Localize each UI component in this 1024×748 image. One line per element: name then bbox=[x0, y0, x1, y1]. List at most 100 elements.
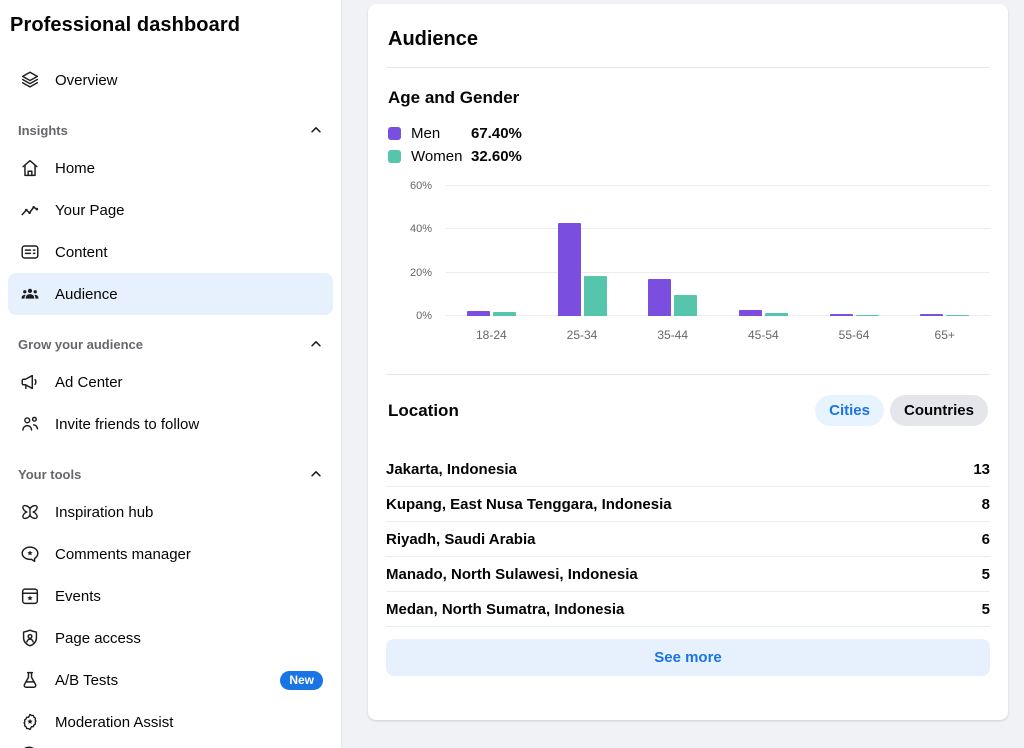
sidebar-item-ad-center[interactable]: Ad Center bbox=[8, 361, 333, 403]
sidebar: Professional dashboard Overview Insights… bbox=[0, 0, 342, 748]
shield-person-icon bbox=[18, 626, 42, 650]
bar-women-25-34[interactable] bbox=[584, 276, 607, 316]
location-count: 13 bbox=[973, 461, 990, 478]
bar-group-65+ bbox=[899, 186, 990, 316]
chevron-up-icon[interactable] bbox=[309, 123, 323, 137]
sidebar-item-comments-manager[interactable]: Comments manager bbox=[8, 533, 333, 575]
sidebar-item-label: A/B Tests bbox=[55, 672, 267, 689]
location-count: 5 bbox=[982, 601, 990, 618]
x-tick-label-25-34: 25-34 bbox=[537, 328, 628, 342]
bar-women-18-24[interactable] bbox=[493, 312, 516, 316]
location-name: Riyadh, Saudi Arabia bbox=[386, 531, 535, 548]
location-toggle: Cities Countries bbox=[815, 395, 988, 426]
chart-plot bbox=[446, 186, 990, 316]
sidebar-item-events[interactable]: Events bbox=[8, 575, 333, 617]
location-row: Riyadh, Saudi Arabia 6 bbox=[386, 522, 990, 557]
sidebar-item-label: Invite friends to follow bbox=[55, 416, 323, 433]
new-badge: New bbox=[280, 671, 323, 690]
sidebar-item-audience[interactable]: Audience bbox=[8, 273, 333, 315]
sidebar-item-label: Ad Center bbox=[55, 374, 323, 391]
calendar-star-icon bbox=[18, 584, 42, 608]
section-header-label: Grow your audience bbox=[18, 337, 143, 352]
legend-item-women: Women 32.60% bbox=[388, 145, 988, 168]
sidebar-item-label: Content bbox=[55, 244, 323, 261]
sidebar-item-label: Overview bbox=[55, 72, 323, 89]
location-row: Manado, North Sulawesi, Indonesia 5 bbox=[386, 557, 990, 592]
chevron-up-icon[interactable] bbox=[309, 467, 323, 481]
sidebar-item-page-access[interactable]: Page access bbox=[8, 617, 333, 659]
sidebar-item-inspiration-hub[interactable]: Inspiration hub bbox=[8, 491, 333, 533]
legend-label: Men bbox=[411, 125, 471, 142]
butterfly-icon bbox=[18, 500, 42, 524]
location-heading: Location bbox=[388, 401, 459, 421]
y-tick-label: 20% bbox=[410, 267, 432, 279]
countries-tab[interactable]: Countries bbox=[890, 395, 988, 426]
sidebar-item-home[interactable]: Home bbox=[8, 147, 333, 189]
sidebar-item-moderation-assist[interactable]: Moderation Assist bbox=[8, 701, 333, 743]
location-name: Manado, North Sulawesi, Indonesia bbox=[386, 566, 638, 583]
x-tick-label-65+: 65+ bbox=[899, 328, 990, 342]
men-color-swatch bbox=[388, 127, 401, 140]
sidebar-item-label: Page access bbox=[55, 630, 323, 647]
sidebar-item-content[interactable]: Content bbox=[8, 231, 333, 273]
cities-tab[interactable]: Cities bbox=[815, 395, 884, 426]
section-header-label: Insights bbox=[18, 123, 68, 138]
moderation-star-icon bbox=[18, 710, 42, 734]
sidebar-nav: Overview Insights Home Your Page Content bbox=[0, 41, 341, 743]
bar-women-65+[interactable] bbox=[946, 315, 969, 317]
see-more-button[interactable]: See more bbox=[386, 639, 990, 676]
bar-men-45-54[interactable] bbox=[739, 310, 762, 317]
sidebar-item-overview[interactable]: Overview bbox=[8, 59, 333, 101]
section-header-insights: Insights bbox=[0, 113, 341, 147]
chevron-up-icon[interactable] bbox=[309, 337, 323, 351]
x-tick-label-18-24: 18-24 bbox=[446, 328, 537, 342]
legend-label: Women bbox=[411, 148, 471, 165]
chart-legend: Men 67.40% Women 32.60% bbox=[388, 122, 988, 168]
section-divider bbox=[386, 374, 990, 375]
bar-women-35-44[interactable] bbox=[674, 295, 697, 316]
sidebar-item-invite-friends[interactable]: Invite friends to follow bbox=[8, 403, 333, 445]
newspaper-icon bbox=[18, 240, 42, 264]
people-group-icon bbox=[18, 282, 42, 306]
bar-group-18-24 bbox=[446, 186, 537, 316]
x-tick-label-45-54: 45-54 bbox=[718, 328, 809, 342]
section-header-grow: Grow your audience bbox=[0, 327, 341, 361]
bar-men-65+[interactable] bbox=[920, 314, 943, 316]
invite-people-icon bbox=[18, 412, 42, 436]
bar-women-55-64[interactable] bbox=[856, 315, 879, 317]
bar-women-45-54[interactable] bbox=[765, 313, 788, 316]
comment-star-icon bbox=[18, 542, 42, 566]
location-count: 8 bbox=[982, 496, 990, 513]
page-title: Audience bbox=[386, 4, 990, 67]
legend-item-men: Men 67.40% bbox=[388, 122, 988, 145]
bar-men-18-24[interactable] bbox=[467, 311, 490, 316]
location-row: Kupang, East Nusa Tenggara, Indonesia 8 bbox=[386, 487, 990, 522]
sidebar-item-label: Comments manager bbox=[55, 546, 323, 563]
bar-men-35-44[interactable] bbox=[648, 279, 671, 316]
women-color-swatch bbox=[388, 150, 401, 163]
legend-value: 32.60% bbox=[471, 148, 522, 165]
header-divider bbox=[386, 67, 990, 68]
sidebar-item-label: Events bbox=[55, 588, 323, 605]
trend-chart-icon bbox=[18, 198, 42, 222]
bar-group-25-34 bbox=[537, 186, 628, 316]
megaphone-icon bbox=[18, 370, 42, 394]
flask-icon bbox=[18, 668, 42, 692]
sidebar-item-ab-tests[interactable]: A/B Tests New bbox=[8, 659, 333, 701]
y-tick-label: 40% bbox=[410, 223, 432, 235]
sidebar-item-your-page[interactable]: Your Page bbox=[8, 189, 333, 231]
section-header-label: Your tools bbox=[18, 467, 81, 482]
sidebar-item-label: Inspiration hub bbox=[55, 504, 323, 521]
bar-men-25-34[interactable] bbox=[558, 223, 581, 316]
sidebar-title: Professional dashboard bbox=[0, 0, 341, 41]
age-gender-chart: 0%20%40%60% 18-2425-3435-4445-5455-6465+ bbox=[386, 186, 990, 342]
bar-group-45-54 bbox=[718, 186, 809, 316]
y-tick-label: 60% bbox=[410, 180, 432, 192]
home-icon bbox=[18, 156, 42, 180]
bar-men-55-64[interactable] bbox=[830, 314, 853, 316]
layers-icon bbox=[18, 68, 42, 92]
section-header-your-tools: Your tools bbox=[0, 457, 341, 491]
partial-next-item-icon bbox=[18, 744, 40, 748]
chart-x-axis: 18-2425-3435-4445-5455-6465+ bbox=[446, 328, 990, 342]
age-gender-heading: Age and Gender bbox=[388, 88, 988, 108]
